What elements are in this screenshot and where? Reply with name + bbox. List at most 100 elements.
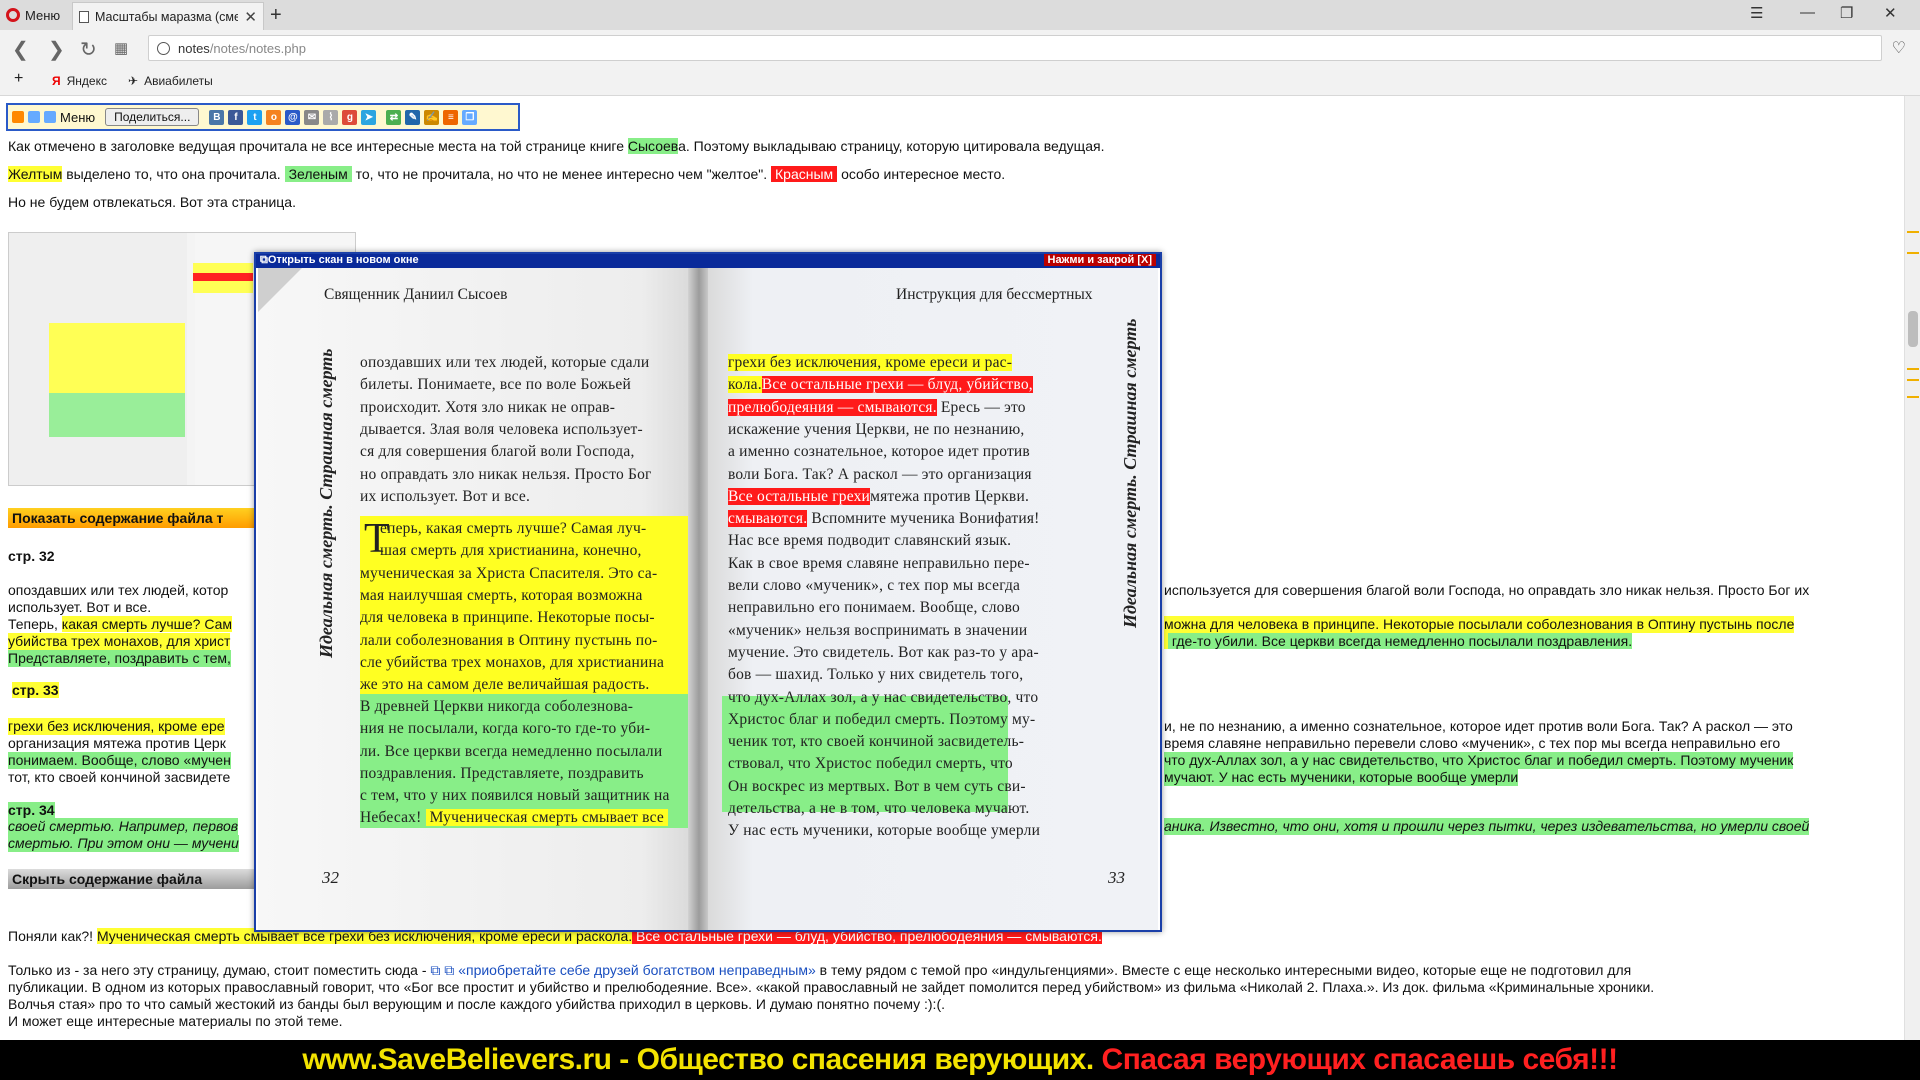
site-banner[interactable]: www.SaveBelievers.ru - Общество спасения… xyxy=(0,1040,1920,1080)
book-line-segment: Все остальные грехи xyxy=(728,487,871,505)
p34-line-1-right: аника. Известно, что они, хотя и прошли … xyxy=(1164,818,1810,835)
url-path: /notes/notes.php xyxy=(209,40,306,56)
scroll-mark xyxy=(1907,379,1919,381)
intro-line-1-end: а. Поэтому выкладываю страницу, которую … xyxy=(678,138,1105,154)
tab-title: Масштабы маразма (сме xyxy=(95,9,239,24)
book-line: воли Бога. Так? А раскол — это организац… xyxy=(728,464,1032,486)
book-line-segment: У нас есть мученики, которые вообще умер… xyxy=(728,822,1041,840)
home-icon[interactable] xyxy=(12,111,24,123)
googleplus-icon[interactable]: g xyxy=(342,109,358,125)
tab-close-icon[interactable]: ✕ xyxy=(244,8,257,26)
add-bookmark-icon[interactable]: + xyxy=(14,70,23,88)
popup-close-button[interactable]: Нажми и закрой [X] xyxy=(1043,254,1156,266)
book-line-segment: воли Бога. Так? А раскол — это организац… xyxy=(728,465,1032,483)
p33-line-1-right: и, не по незнанию, а именно сознательное… xyxy=(1164,718,1793,734)
opera-menu-button[interactable]: Меню xyxy=(6,5,60,25)
book-line: билеты. Понимаете, все по воле Божьей xyxy=(360,376,631,394)
legend-green: Зеленым xyxy=(284,166,352,182)
page-33-heading: стр. 33 xyxy=(12,682,59,698)
p32-line-1-right: используется для совершения благой воли … xyxy=(1164,582,1810,598)
scroll-mark xyxy=(1907,231,1919,233)
url-input[interactable]: notes/notes/notes.php xyxy=(148,35,1882,61)
clip-icon[interactable]: ⌇ xyxy=(323,109,339,125)
friends-wealth-link[interactable]: «приобретайте себе друзей богатством неп… xyxy=(458,962,816,978)
p32-line-3: Теперь, какая смерть лучше? Сам xyxy=(8,616,233,633)
page-corner-fold xyxy=(258,268,302,312)
odnoklassniki-icon[interactable]: o xyxy=(266,109,282,125)
left-page-number: 32 xyxy=(322,868,339,887)
banner-text-2: Спасая верующих спасаешь себя!!! xyxy=(1093,1043,1619,1076)
book-line-segment: кола. xyxy=(728,376,762,394)
book-line-segment: что дух-Аллах зол, а у нас свидетельство… xyxy=(728,688,1039,706)
book-line: для человека в принципе. Некоторые посы- xyxy=(360,609,655,627)
book-line: что дух-Аллах зол, а у нас свидетельство… xyxy=(728,687,1038,709)
thumbnail-red-mark xyxy=(193,273,253,281)
book-line-segment: Он воскрес из мертвых. Вот в чем суть св… xyxy=(728,777,1026,795)
vk-icon[interactable]: В xyxy=(209,109,225,125)
edit-icon[interactable]: ✍ xyxy=(424,109,440,125)
book-line-segment: искажение учения Церкви, не по незнанию, xyxy=(728,420,1025,438)
open-scan-label: Открыть скан в новом окне xyxy=(267,254,419,266)
tab-active[interactable]: Масштабы маразма (сме ✕ xyxy=(72,2,264,30)
share-button[interactable]: Поделиться... xyxy=(105,108,200,126)
telegram-icon[interactable]: ➤ xyxy=(361,109,377,125)
note-icon[interactable]: ✎ xyxy=(405,109,421,125)
new-tab-icon[interactable]: + xyxy=(270,4,282,27)
book-line: У нас есть мученики, которые вообще умер… xyxy=(728,820,1040,842)
book-line: Нас все время подводит славянский язык. xyxy=(728,530,1011,552)
arrows-icon[interactable]: ⇄ xyxy=(386,109,402,125)
bookmark-avia[interactable]: ✈ Авиабилеты xyxy=(128,74,213,88)
email-icon[interactable]: ✉ xyxy=(304,109,320,125)
p32-line-3-right: можна для человека в принципе. Некоторые… xyxy=(1164,616,1795,633)
facebook-icon[interactable]: f xyxy=(228,109,244,125)
back-icon[interactable]: ❮ xyxy=(12,37,29,62)
link-icon[interactable] xyxy=(28,111,40,123)
p32-line-5: Представляете, поздравить с тем, xyxy=(8,650,231,667)
mailru-icon[interactable]: @ xyxy=(285,109,301,125)
book-line: их использует. Вот и все. xyxy=(360,487,531,505)
vertical-scrollbar[interactable] xyxy=(1904,96,1920,1042)
scan-popup: ⧉Открыть скан в новом окне Нажми и закро… xyxy=(254,252,1162,932)
forward-icon[interactable]: ❯ xyxy=(48,37,65,62)
book-line: смываются. Вспомните мученика Вонифатия! xyxy=(728,508,1040,530)
tab-menu-icon[interactable]: ☰ xyxy=(1750,4,1763,22)
book-scan: Священник Даниил Сысоев Идеальная смерть… xyxy=(258,268,1158,930)
hide-file-content-button[interactable]: Скрыть содержание файла xyxy=(8,869,254,889)
minimize-icon[interactable]: — xyxy=(1800,4,1815,21)
open-scan-new-window-link[interactable]: ⧉Открыть скан в новом окне xyxy=(260,254,419,267)
address-bar: ❮ ❯ ↻ ▦ notes/notes/notes.php ♡ xyxy=(0,30,1920,66)
share-menu-label[interactable]: Меню xyxy=(60,110,95,125)
p34-line-1: своей смертью. Например, первов xyxy=(8,818,239,835)
bookmark-yandex[interactable]: Я Яндекс xyxy=(52,74,107,88)
close-window-icon[interactable]: ✕ xyxy=(1884,4,1897,22)
book-line-segment: Поэтому му- xyxy=(945,710,1036,728)
book-line: мая наилучшая смерть, которая возможна xyxy=(360,586,643,604)
intro-line-1: Как отмечено в заголовке ведущая прочита… xyxy=(8,138,1104,155)
conclusion-2b: в тему рядом с темой про «индульгенциями… xyxy=(815,962,1632,978)
book-line-segment: ствовал, что Христос победил смерть, что xyxy=(728,755,1013,773)
maximize-icon[interactable]: ❐ xyxy=(1840,4,1853,22)
copy-icon[interactable]: ❐ xyxy=(462,109,478,125)
book-line: еперь, какая смерть лучше? Самая луч- xyxy=(380,520,647,537)
speed-dial-icon[interactable]: ▦ xyxy=(114,39,128,57)
url-host: notes xyxy=(178,40,210,56)
scrollbar-thumb[interactable] xyxy=(1908,311,1918,347)
book-line: происходит. Хотя зло никак не оправ- xyxy=(360,398,616,416)
twitter-icon[interactable]: t xyxy=(247,109,263,125)
window-icon[interactable] xyxy=(44,111,56,123)
p33-line-2: организация мятежа против Церк xyxy=(8,735,226,751)
show-file-content-button[interactable]: Показать содержание файла т xyxy=(8,508,254,528)
book-line-segment: Вспомните мученика Вонифатия! xyxy=(807,510,1040,528)
book-line: ся для совершения благой воли Господа, xyxy=(360,443,635,461)
reload-icon[interactable]: ↻ xyxy=(80,37,97,62)
legend-text-1: выделено то, что она прочитала. xyxy=(62,166,285,182)
intro-legend: Желтым выделено то, что она прочитала. З… xyxy=(8,166,1005,183)
rss-icon[interactable]: ≡ xyxy=(443,109,459,125)
book-line-segment: Нас все время подводит славянский язык. xyxy=(728,532,1012,550)
scroll-mark xyxy=(1907,396,1919,398)
book-line-segment: вели слово «мученик», с тех пор мы всегд… xyxy=(728,577,1021,594)
bookmark-heart-icon[interactable]: ♡ xyxy=(1892,38,1906,58)
book-line-segment: а именно сознательное, которое идет прот… xyxy=(728,443,1030,461)
book-line: Христос благ и победил смерть. Поэтому м… xyxy=(728,709,1035,731)
banner-text-1: www.SaveBelievers.ru - Общество спасения… xyxy=(302,1043,1094,1076)
